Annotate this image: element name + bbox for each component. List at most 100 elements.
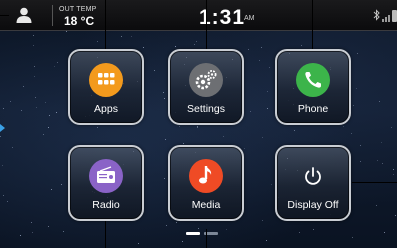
star bbox=[176, 222, 178, 224]
battery-icon bbox=[392, 10, 397, 22]
radio-icon bbox=[89, 159, 123, 193]
star bbox=[165, 224, 167, 226]
star bbox=[35, 96, 36, 98]
star bbox=[266, 91, 268, 93]
outside-temp-label: OUT TEMP bbox=[59, 6, 97, 13]
star bbox=[197, 126, 199, 128]
status-bar: OUT TEMP 18 °C 1:31 AM bbox=[0, 0, 397, 31]
star bbox=[2, 108, 4, 110]
gears-icon bbox=[189, 63, 223, 97]
clock-ampm: AM bbox=[244, 15, 255, 22]
star bbox=[165, 138, 166, 140]
star bbox=[352, 236, 354, 238]
callout-line-settings bbox=[206, 0, 207, 49]
home-screen: OUT TEMP 18 °C 1:31 AM Apps Settings Pho… bbox=[0, 0, 397, 248]
star bbox=[33, 65, 35, 67]
outside-temp-value: 18 °C bbox=[64, 14, 95, 28]
callout-line-apps bbox=[105, 0, 106, 49]
star bbox=[380, 142, 382, 144]
star bbox=[381, 162, 383, 164]
star bbox=[63, 230, 65, 232]
apps-grid-icon bbox=[89, 63, 123, 97]
star bbox=[19, 234, 21, 236]
star bbox=[312, 229, 314, 231]
star bbox=[47, 126, 49, 128]
star bbox=[343, 126, 344, 128]
apps-label: Apps bbox=[94, 103, 118, 115]
star bbox=[375, 205, 377, 206]
star bbox=[9, 100, 11, 102]
star bbox=[243, 147, 245, 149]
radio-label: Radio bbox=[92, 199, 120, 211]
star bbox=[32, 44, 34, 46]
apps-button[interactable]: Apps bbox=[68, 49, 144, 125]
star bbox=[268, 66, 270, 68]
star bbox=[49, 115, 51, 117]
star bbox=[391, 127, 393, 129]
star bbox=[142, 46, 144, 48]
star bbox=[22, 86, 24, 87]
star bbox=[250, 110, 252, 112]
star bbox=[35, 106, 37, 108]
star bbox=[294, 129, 296, 131]
user-profile-button[interactable] bbox=[9, 6, 39, 26]
star bbox=[259, 59, 261, 61]
star bbox=[11, 147, 13, 148]
star bbox=[154, 70, 156, 72]
star bbox=[193, 44, 195, 45]
star bbox=[178, 125, 180, 127]
star bbox=[34, 75, 36, 77]
callout-line-user bbox=[0, 15, 9, 16]
star bbox=[163, 92, 165, 93]
star bbox=[6, 201, 8, 203]
star bbox=[47, 226, 49, 227]
star bbox=[3, 194, 5, 196]
star bbox=[120, 36, 122, 38]
sidebar-arrow-icon[interactable] bbox=[0, 124, 5, 132]
callout-line-phone bbox=[312, 0, 313, 49]
star bbox=[394, 214, 396, 216]
star bbox=[61, 184, 63, 186]
callout-line-display-off bbox=[352, 182, 397, 183]
media-button[interactable]: Media bbox=[168, 145, 244, 221]
star bbox=[196, 41, 198, 43]
star bbox=[174, 46, 176, 48]
star bbox=[299, 231, 301, 233]
star bbox=[182, 142, 184, 144]
star bbox=[352, 105, 354, 107]
callout-line-radio bbox=[105, 221, 106, 248]
star bbox=[266, 239, 268, 241]
status-divider bbox=[52, 5, 53, 26]
star bbox=[131, 36, 133, 37]
phone-button[interactable]: Phone bbox=[275, 49, 351, 125]
star bbox=[1, 165, 3, 167]
star bbox=[384, 232, 386, 234]
star bbox=[379, 100, 381, 102]
star bbox=[54, 65, 56, 67]
star bbox=[182, 240, 183, 242]
user-icon bbox=[16, 7, 32, 23]
phone-handset-icon bbox=[296, 63, 330, 97]
star bbox=[222, 136, 224, 138]
star bbox=[163, 178, 165, 180]
star bbox=[0, 136, 2, 138]
star bbox=[359, 145, 361, 147]
display-off-label: Display Off bbox=[287, 199, 339, 211]
display-off-button[interactable]: Display Off bbox=[275, 145, 351, 221]
signal-strength-icon bbox=[382, 15, 390, 22]
star bbox=[355, 87, 357, 89]
star bbox=[43, 134, 45, 136]
star bbox=[50, 188, 52, 190]
radio-button[interactable]: Radio bbox=[68, 145, 144, 221]
star bbox=[262, 137, 264, 139]
media-label: Media bbox=[191, 199, 221, 211]
star bbox=[96, 126, 98, 128]
music-note-icon bbox=[189, 159, 223, 193]
callout-line-media bbox=[206, 229, 207, 248]
star bbox=[226, 229, 228, 231]
phone-label: Phone bbox=[297, 103, 329, 115]
star bbox=[376, 159, 378, 161]
star bbox=[270, 184, 272, 186]
settings-button[interactable]: Settings bbox=[168, 49, 244, 125]
star bbox=[300, 44, 302, 46]
